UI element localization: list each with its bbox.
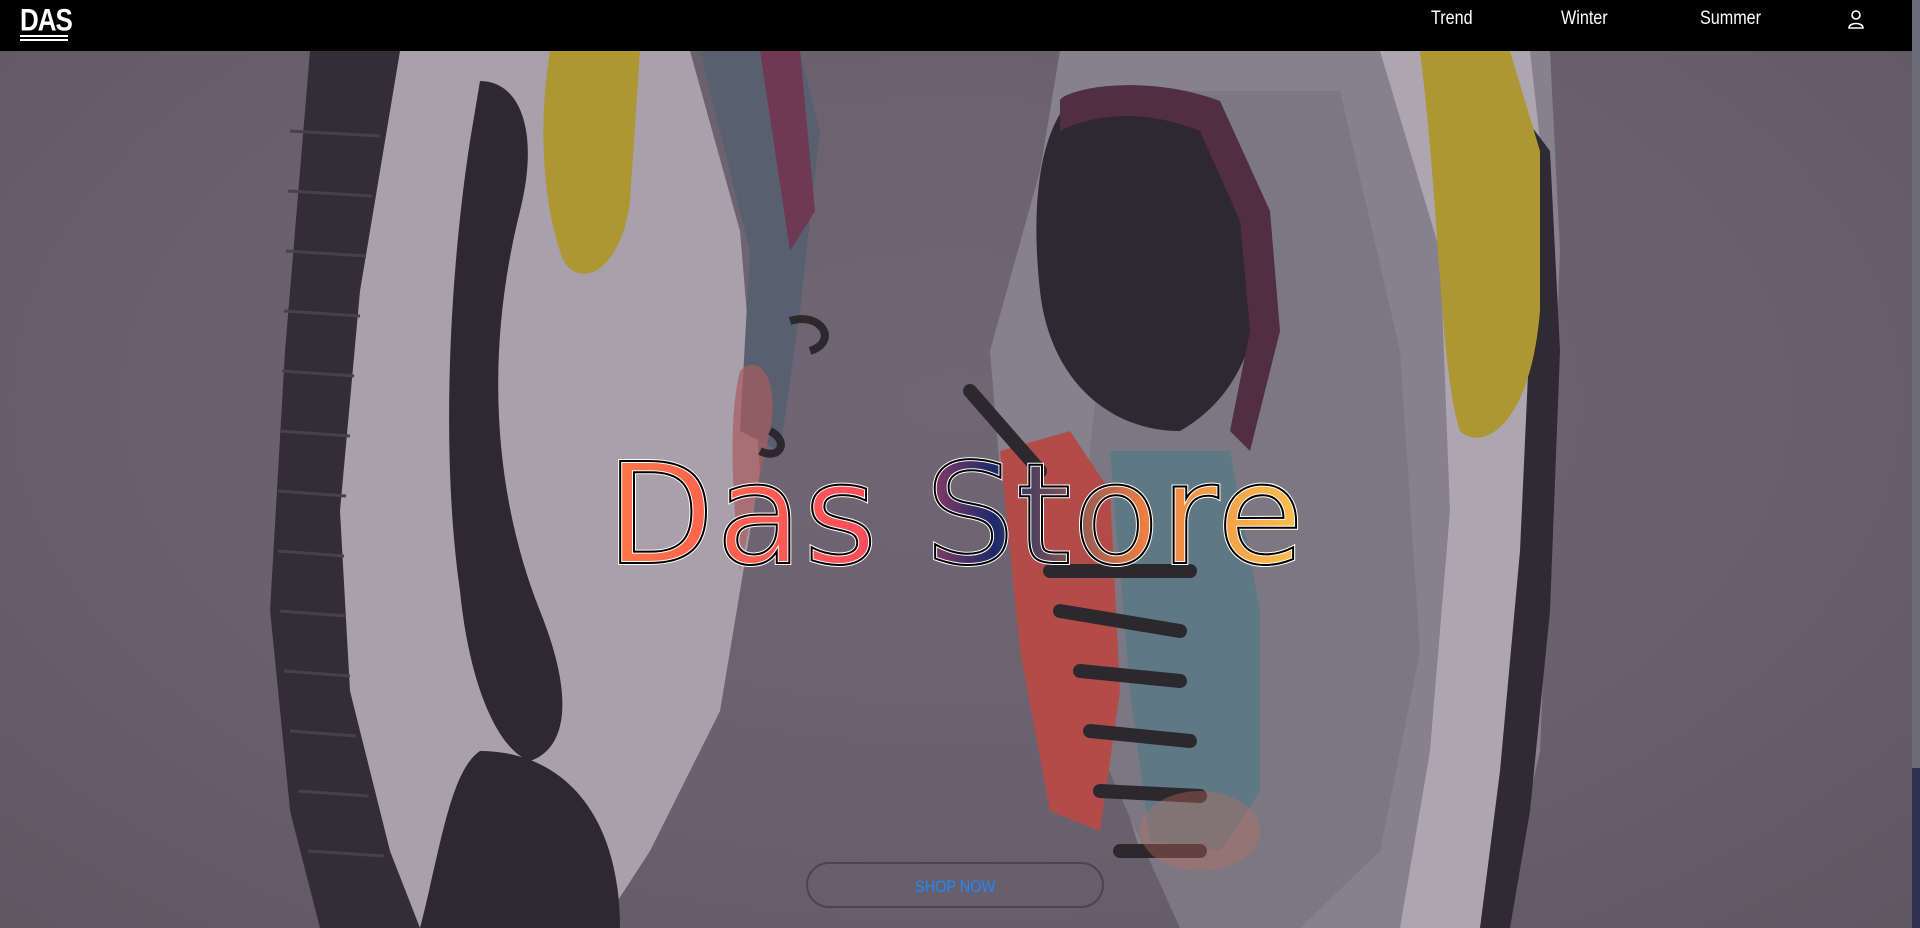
brand-logo[interactable]: DAS	[20, 1, 73, 44]
nav-link-winter[interactable]: Winter	[1561, 8, 1608, 30]
top-navbar: DAS Trend Winter Summer	[0, 0, 1912, 51]
hero-title: Das Store	[0, 444, 1912, 588]
shop-now-label: SHOP NOW	[914, 877, 996, 896]
nav-link-summer[interactable]: Summer	[1700, 8, 1761, 30]
scrollbar-thumb[interactable]	[1912, 768, 1920, 928]
hero-section: Das Store Das Store	[0, 51, 1912, 928]
page: Das Store Das Store SHOP NOW DAS Trend W…	[0, 0, 1920, 928]
shop-now-button[interactable]: SHOP NOW	[806, 862, 1104, 908]
page-scrollbar[interactable]	[1912, 0, 1920, 928]
user-icon[interactable]	[1846, 9, 1866, 29]
brand-logo-text: DAS	[20, 1, 73, 38]
brand-logo-lines	[20, 35, 68, 43]
nav-link-trend[interactable]: Trend	[1431, 8, 1473, 30]
